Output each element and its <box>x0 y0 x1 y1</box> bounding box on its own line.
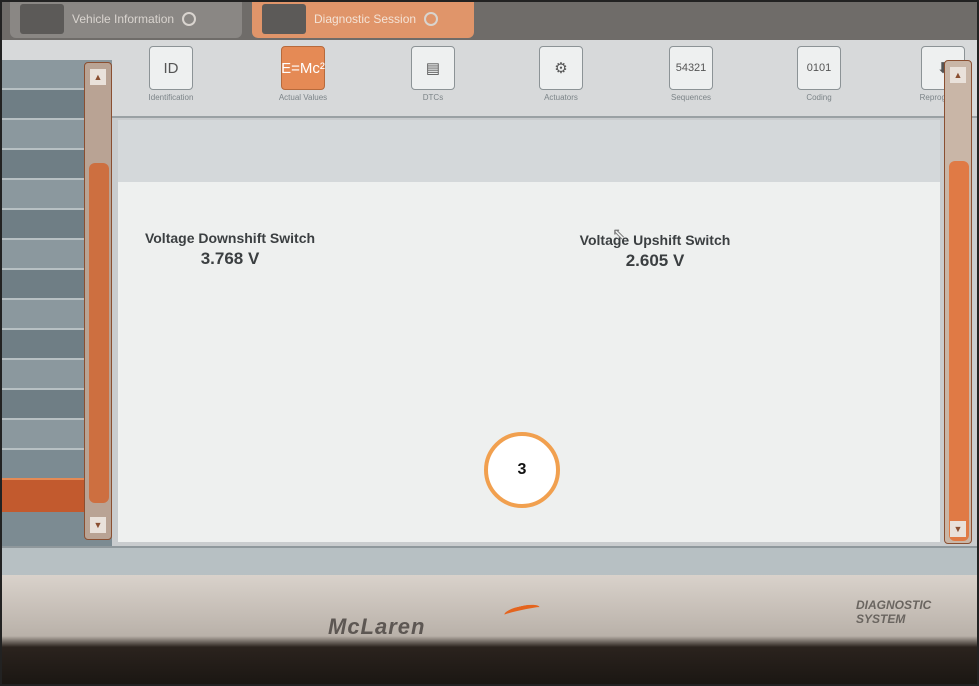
tool-dtcs[interactable]: ▤ DTCs <box>390 46 476 114</box>
actuator-icon: ⚙ <box>539 46 583 90</box>
tool-label: Sequences <box>670 93 712 102</box>
status-bar <box>0 546 979 575</box>
mouse-cursor-icon: ⇖ <box>612 226 626 243</box>
tab-strip: Vehicle Information Diagnostic Session <box>0 0 979 40</box>
upshift-voltage-reading: Voltage Upshift Switch 2.605 V <box>530 232 780 271</box>
product-label: DIAGNOSTIC SYSTEM <box>856 598 931 626</box>
tool-actuators[interactable]: ⚙ Actuators <box>518 46 604 114</box>
tool-toolbar: ID Identification E=Mc² Actual Values ▤ … <box>0 40 979 118</box>
tab-label: Diagnostic Session <box>314 12 417 26</box>
scroll-up-icon[interactable]: ▲ <box>950 67 966 83</box>
left-scrollbar[interactable]: ▲ ▼ <box>84 62 112 540</box>
tool-label: Actual Values <box>278 93 328 102</box>
tab-status-icon <box>182 12 197 26</box>
downshift-voltage-reading: Voltage Downshift Switch 3.768 V <box>100 230 360 269</box>
tool-coding[interactable]: 0101 Coding <box>776 46 862 114</box>
scrollbar-thumb[interactable] <box>89 163 109 503</box>
panel-header <box>118 120 940 182</box>
tool-label: Coding <box>806 93 832 102</box>
scroll-up-icon[interactable]: ▲ <box>90 69 106 85</box>
tool-label: Identification <box>148 93 194 102</box>
product-label-line2: SYSTEM <box>856 612 906 626</box>
vehicle-icon <box>20 4 64 34</box>
tool-label: Actuators <box>544 93 578 102</box>
equation-icon: E=Mc² <box>281 46 325 90</box>
tab-diagnostic-session[interactable]: Diagnostic Session <box>252 0 474 38</box>
tool-actual-values[interactable]: E=Mc² Actual Values <box>260 46 346 114</box>
scroll-down-icon[interactable]: ▼ <box>950 521 966 537</box>
reading-value: 3.768 V <box>200 249 260 268</box>
tool-identification[interactable]: ID Identification <box>128 46 214 114</box>
right-scrollbar[interactable]: ▲ ▼ <box>944 60 972 544</box>
tool-sequences[interactable]: 54321 Sequences <box>648 46 734 114</box>
reading-label: Voltage Upshift Switch <box>579 232 731 248</box>
step-marker: 3 <box>484 432 560 508</box>
id-card-icon: ID <box>149 46 193 90</box>
scroll-down-icon[interactable]: ▼ <box>90 517 106 533</box>
binary-code-icon: 0101 <box>797 46 841 90</box>
tab-status-icon <box>424 12 439 26</box>
brand-logo: McLaren <box>328 614 426 639</box>
tab-vehicle-information[interactable]: Vehicle Information <box>10 0 242 38</box>
reading-label: Voltage Downshift Switch <box>144 230 316 246</box>
reading-value: 2.605 V <box>625 251 685 270</box>
monitor-bezel <box>0 575 979 686</box>
tool-label: DTCs <box>422 93 444 102</box>
scrollbar-thumb[interactable] <box>949 161 969 541</box>
tab-label: Vehicle Information <box>72 12 175 26</box>
sequence-numbers-icon: 54321 <box>669 46 713 90</box>
document-car-icon: ▤ <box>411 46 455 90</box>
product-label-line1: DIAGNOSTIC <box>856 598 932 612</box>
diagnostic-icon <box>262 4 306 34</box>
